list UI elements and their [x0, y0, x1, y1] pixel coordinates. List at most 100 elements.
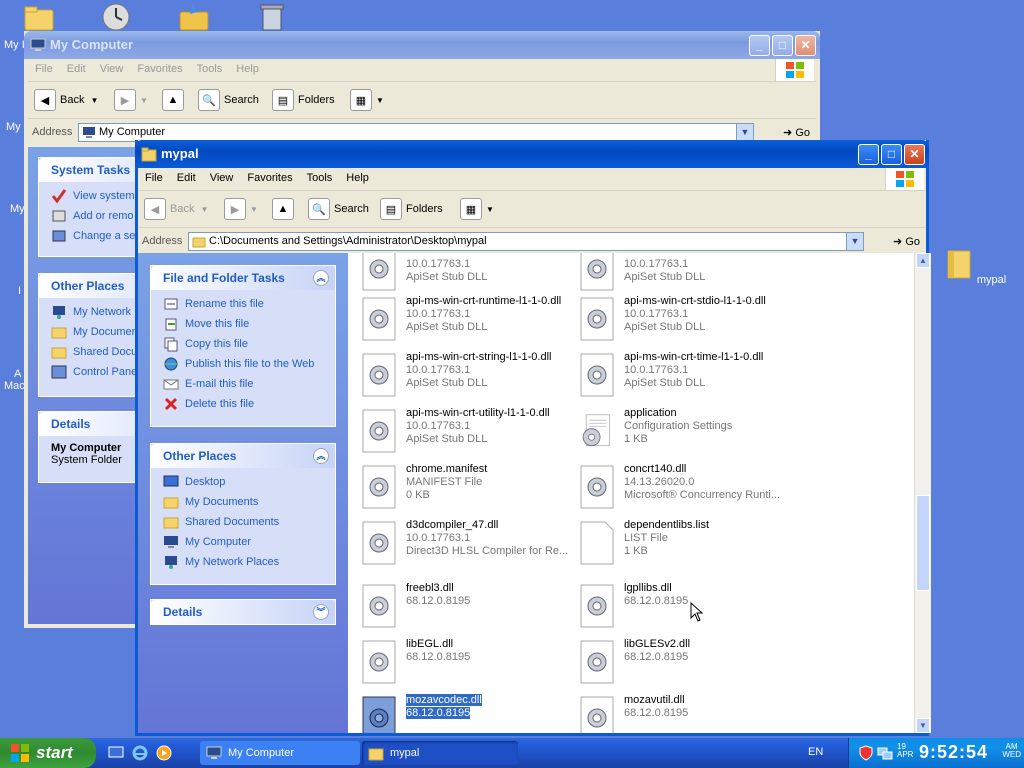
taskbar-button-mypal[interactable]: mypal [362, 741, 518, 765]
minimize-button[interactable]: _ [858, 144, 879, 165]
place-my-computer[interactable]: My Computer [151, 532, 335, 552]
internet-explorer-icon[interactable] [132, 745, 148, 761]
maximize-button[interactable]: □ [772, 35, 793, 56]
file-item[interactable]: mozavutil.dll 68.12.0.8195 [580, 694, 795, 733]
desktop-icon-label: mypal [976, 274, 1007, 286]
search-button[interactable]: 🔍 Search [308, 197, 369, 221]
file-item[interactable]: api-ms-win-crt-time-l1-1-0.dll 10.0.17763… [580, 351, 795, 403]
address-input[interactable]: C:\Documents and Settings\Administrator\… [188, 232, 864, 251]
panel-header[interactable]: File and Folder Tasks ︽ [151, 266, 335, 290]
place-desktop[interactable]: Desktop [151, 472, 335, 492]
file-item[interactable]: lgpllibs.dll 68.12.0.8195 [580, 582, 795, 634]
network-tray-icon[interactable] [877, 745, 893, 761]
task-delete-file[interactable]: Delete this file [151, 394, 335, 414]
start-button[interactable]: start [0, 738, 96, 768]
collapse-button[interactable]: ︽ [313, 448, 329, 464]
recycle-bin-icon[interactable] [258, 2, 286, 32]
expand-button[interactable]: ︾ [313, 604, 329, 620]
file-item[interactable]: libEGL.dll 68.12.0.8195 [362, 638, 577, 690]
language-indicator[interactable]: EN [808, 746, 823, 758]
title-bar[interactable]: My Computer _ □ ✕ [24, 31, 820, 59]
views-button[interactable]: ▦ ▼ [460, 197, 494, 221]
menu-file[interactable]: File [28, 59, 60, 79]
views-button[interactable]: ▦ ▼ [350, 88, 384, 112]
media-player-icon[interactable] [156, 745, 172, 761]
file-item[interactable]: libGLESv2.dll 68.12.0.8195 [580, 638, 795, 690]
folder-hand-icon[interactable] [178, 2, 210, 32]
menu-file[interactable]: File [138, 168, 170, 188]
file-item[interactable]: concrt140.dll 14.13.26020.0 Microsoft® Con… [580, 463, 795, 515]
minimize-button[interactable]: _ [749, 35, 770, 56]
menu-view[interactable]: View [93, 59, 131, 79]
file-item[interactable]: api-ms-win-crt-utility-l1-1-0.dll 10.0.17… [362, 407, 577, 459]
menu-view[interactable]: View [203, 168, 241, 188]
folder-icon [51, 327, 67, 339]
folder-icon [141, 147, 157, 162]
folders-button[interactable]: ▤ Folders [272, 88, 335, 112]
panel-header[interactable]: Other Places ︽ [151, 444, 335, 468]
folder-icon[interactable] [24, 4, 54, 32]
address-value: My Computer [99, 126, 166, 138]
scroll-up-button[interactable]: ▲ [916, 253, 930, 268]
close-button[interactable]: ✕ [904, 144, 925, 165]
desktop-label-1: My I [4, 39, 25, 51]
menu-edit[interactable]: Edit [60, 59, 93, 79]
back-button[interactable]: ◀ Back ▼ [144, 197, 208, 221]
vertical-scrollbar[interactable]: ▲ ▼ [914, 253, 931, 733]
title-bar[interactable]: mypal _ □ ✕ [135, 140, 929, 168]
go-button[interactable]: ➜ Go [783, 126, 810, 139]
file-item[interactable]: freebl3.dll 68.12.0.8195 [362, 582, 577, 634]
collapse-button[interactable]: ︽ [313, 270, 329, 286]
back-button[interactable]: ◀ Back ▼ [34, 88, 98, 112]
clock-disk-icon[interactable] [100, 2, 132, 32]
task-copy-file[interactable]: Copy this file [151, 334, 335, 354]
scroll-down-button[interactable]: ▼ [916, 718, 930, 733]
address-dropdown-button[interactable]: ▼ [846, 233, 863, 250]
file-item-selected[interactable]: mozavcodec.dll 68.12.0.8195 [362, 693, 577, 733]
menu-tools[interactable]: Tools [190, 59, 230, 79]
control-panel-icon [52, 230, 66, 242]
forward-button[interactable]: ▶ ▼ [114, 88, 148, 112]
address-dropdown-button[interactable]: ▼ [736, 124, 753, 141]
task-move-file[interactable]: Move this file [151, 314, 335, 334]
panel-header[interactable]: Details ︾ [151, 600, 335, 624]
file-item[interactable]: dependentlibs.list LIST File 1 KB [580, 519, 795, 571]
file-item[interactable]: api-ms-win-crt-string-l1-1-0.dll 10.0.177… [362, 351, 577, 403]
task-rename-file[interactable]: Rename this file [151, 294, 335, 314]
task-publish-web[interactable]: Publish this file to the Web [151, 354, 335, 374]
close-button[interactable]: ✕ [795, 35, 816, 56]
up-button[interactable]: ▲ [162, 88, 188, 112]
maximize-button[interactable]: □ [881, 144, 902, 165]
file-item[interactable]: api-ms-win-crt-runtime-l1-1-0.dll 10.0.17… [362, 295, 577, 347]
show-desktop-icon[interactable] [108, 746, 124, 760]
search-button[interactable]: 🔍 Search [198, 88, 259, 112]
up-button[interactable]: ▲ [272, 197, 298, 221]
task-email-file[interactable]: E-mail this file [151, 374, 335, 394]
file-item[interactable]: api-ms-win-crt-stdio-l1-1-0.dll 10.0.1776… [580, 295, 795, 347]
menu-help[interactable]: Help [229, 59, 266, 79]
file-item[interactable]: chrome.manifest MANIFEST File 0 KB [362, 463, 577, 515]
place-my-documents[interactable]: My Documents [151, 492, 335, 512]
file-item[interactable]: d3dcompiler_47.dll 10.0.17763.1 Direct3D H… [362, 519, 577, 571]
scroll-thumb[interactable] [916, 495, 930, 591]
folders-button[interactable]: ▤ Folders [380, 197, 443, 221]
clock[interactable]: 9:52:54 [919, 742, 988, 763]
menu-edit[interactable]: Edit [170, 168, 203, 188]
forward-button[interactable]: ▶ ▼ [224, 197, 258, 221]
file-item[interactable]: 10.0.17763.1 ApiSet Stub DLL [580, 253, 795, 297]
file-name: api-ms-win-crt-utility-l1-1-0.dll [406, 407, 550, 419]
go-button[interactable]: ➜ Go [893, 235, 920, 248]
file-version: 10.0.17763.1 [624, 364, 689, 376]
menu-help[interactable]: Help [339, 168, 376, 188]
menu-favorites[interactable]: Favorites [130, 59, 189, 79]
place-my-network-places[interactable]: My Network Places [151, 552, 335, 572]
file-item[interactable]: application Configuration Settings 1 KB [580, 407, 795, 459]
taskbar-button-my-computer[interactable]: My Computer [200, 741, 360, 765]
shield-icon[interactable] [859, 745, 873, 761]
menu-tools[interactable]: Tools [300, 168, 340, 188]
panel-title: Details [163, 605, 203, 619]
place-shared-documents[interactable]: Shared Documents [151, 512, 335, 532]
file-item[interactable]: 10.0.17763.1 ApiSet Stub DLL [362, 253, 577, 297]
menu-favorites[interactable]: Favorites [240, 168, 299, 188]
desktop-icon-mypal[interactable]: mypal [939, 248, 1009, 286]
